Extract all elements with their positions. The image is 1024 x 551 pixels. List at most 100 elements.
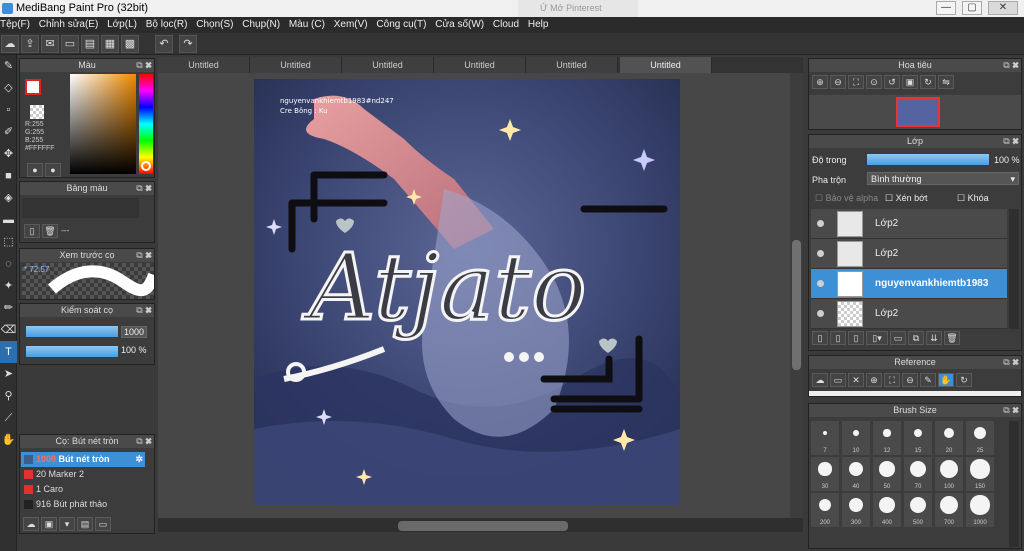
menu-edit[interactable]: Chỉnh sửa(E)	[39, 17, 105, 33]
artwork-canvas[interactable]: Atjato nguyenvankhiemtb1983#nd247 Cre Bô…	[254, 79, 680, 505]
fullscreen-icon[interactable]: ▣	[902, 75, 918, 89]
brush-size-cell[interactable]: 700	[935, 493, 963, 527]
visibility-eye-icon[interactable]	[817, 220, 824, 227]
pick-color-icon[interactable]: ●	[45, 163, 61, 177]
pen-tool-icon[interactable]: ✐	[0, 121, 17, 143]
brush-item-caro[interactable]: 1 Caro	[21, 482, 145, 497]
panels-icon[interactable]: ▩	[121, 35, 139, 53]
hue-handle[interactable]	[141, 161, 151, 171]
menu-filter[interactable]: Bộ lọc(R)	[146, 17, 194, 33]
brush-item-round-pen[interactable]: 1000 Bút nét tròn ✲	[21, 452, 145, 467]
new-layer-8bit-icon[interactable]: ▯	[830, 331, 846, 345]
brush-item-sketch[interactable]: 916 Bút phát thảo	[21, 497, 145, 512]
lock-option[interactable]: ☐ Khóa	[957, 193, 989, 204]
close-button[interactable]: ✕	[988, 1, 1018, 15]
operation-tool-icon[interactable]: ➤	[0, 363, 17, 385]
eraser-tool-icon[interactable]: ◇	[0, 77, 17, 99]
layer-list-scrollbar[interactable]	[1009, 209, 1019, 329]
zoom-in-icon[interactable]: ⊕	[866, 373, 882, 387]
undo-icon[interactable]: ↶	[155, 35, 173, 53]
panel-close-icon[interactable]: ⧉ ✖	[136, 304, 152, 317]
select-tool-icon[interactable]: ⬚	[0, 231, 17, 253]
brush-options-icon[interactable]: ▾	[59, 517, 75, 531]
tab-untitled-1[interactable]: Untitled	[158, 57, 250, 73]
brush-size-cell[interactable]: 40	[842, 457, 870, 491]
grid-icon[interactable]: ▦	[101, 35, 119, 53]
tab-untitled-2[interactable]: Untitled	[250, 57, 342, 73]
brush-file-icon[interactable]: ▤	[77, 517, 93, 531]
brush-item-marker[interactable]: 20 Marker 2	[21, 467, 145, 482]
clip-option[interactable]: ☐ Xén bớt	[885, 193, 928, 204]
magic-wand-icon[interactable]: ✦	[0, 275, 17, 297]
brush-size-scrollbar[interactable]	[1009, 421, 1019, 547]
layer-row[interactable]: Lớp2	[811, 209, 1007, 239]
brush-size-cell[interactable]: 150	[966, 457, 994, 491]
visibility-eye-icon[interactable]	[817, 280, 824, 287]
zoom-in-icon[interactable]: ⊕	[812, 75, 828, 89]
brush-size-cell[interactable]: 300	[842, 493, 870, 527]
palette-swatches[interactable]	[22, 198, 139, 218]
new-layer-1bit-icon[interactable]: ▯	[848, 331, 864, 345]
background-browser-tab[interactable]: Ứ Mở Pinterest	[518, 0, 638, 17]
dot-tool-icon[interactable]: ▫	[0, 99, 17, 121]
lasso-tool-icon[interactable]: ◌	[0, 253, 17, 275]
maximize-button[interactable]: ▢	[962, 1, 982, 15]
transparent-color-swatch[interactable]	[30, 105, 44, 119]
brush-folder-icon[interactable]: ▭	[95, 517, 111, 531]
reference-view[interactable]	[809, 391, 1021, 396]
brush-size-cell[interactable]: 15	[904, 421, 932, 455]
menu-color[interactable]: Màu (C)	[289, 17, 331, 33]
share-icon[interactable]: ⇪	[21, 35, 39, 53]
brush-size-cell[interactable]: 200	[811, 493, 839, 527]
flip-icon[interactable]: ⇋	[938, 75, 954, 89]
menu-layer[interactable]: Lớp(L)	[107, 17, 143, 33]
add-color-icon[interactable]: ●	[27, 163, 43, 177]
fill-tool-icon[interactable]: ◈	[0, 187, 17, 209]
move-tool-icon[interactable]: ✥	[0, 143, 17, 165]
layer-folder-icon[interactable]: ▭	[890, 331, 906, 345]
layer-row-selected[interactable]: nguyenvankhiemtb1983	[811, 269, 1007, 299]
new-layer-icon[interactable]: ▯	[812, 331, 828, 345]
tab-untitled-6-active[interactable]: Untitled	[620, 57, 712, 73]
panel-close-icon[interactable]: ⧉ ✖	[136, 182, 152, 195]
brush-size-field[interactable]: 1000	[121, 326, 147, 338]
menu-help[interactable]: Help	[528, 17, 555, 33]
text-tool-icon[interactable]: T	[0, 341, 17, 363]
cloud-save-icon[interactable]: ☁	[1, 35, 19, 53]
menu-tools[interactable]: Công cụ(T)	[376, 17, 432, 33]
visibility-eye-icon[interactable]	[817, 250, 824, 257]
gradient-tool-icon[interactable]: ▬	[0, 209, 17, 231]
fit-icon[interactable]: ⛶	[848, 75, 864, 89]
panel-close-icon[interactable]: ⧉ ✖	[1003, 59, 1019, 72]
chat-icon[interactable]: ▭	[61, 35, 79, 53]
tab-untitled-3[interactable]: Untitled	[342, 57, 434, 73]
zoom-icon[interactable]: ⊙	[866, 75, 882, 89]
new-palette-icon[interactable]: ▯	[24, 224, 40, 238]
reset-icon[interactable]: ↻	[956, 373, 972, 387]
hand-tool-icon[interactable]: ✋	[0, 429, 17, 451]
panel-close-icon[interactable]: ⧉ ✖	[1003, 135, 1019, 148]
delete-palette-icon[interactable]: 🗑	[42, 224, 58, 238]
foreground-color-swatch[interactable]	[25, 79, 41, 95]
brush-size-cell[interactable]: 25	[966, 421, 994, 455]
saturation-brightness-picker[interactable]	[70, 74, 136, 174]
menu-file[interactable]: Tệp(F)	[0, 17, 36, 33]
layer-row[interactable]: Lớp2	[811, 299, 1007, 329]
brush-size-cell[interactable]: 70	[904, 457, 932, 491]
cloud-reference-icon[interactable]: ☁	[812, 373, 828, 387]
rotate-left-icon[interactable]: ↺	[884, 75, 900, 89]
brush-size-cell[interactable]: 10	[842, 421, 870, 455]
brush-size-cell[interactable]: 7	[811, 421, 839, 455]
hand-icon[interactable]: ✋	[938, 373, 954, 387]
panel-close-icon[interactable]: ⧉ ✖	[1003, 356, 1019, 369]
duplicate-layer-icon[interactable]: ⧉	[908, 331, 924, 345]
brush-size-cell[interactable]: 100	[935, 457, 963, 491]
cloud-brush-icon[interactable]: ☁	[23, 517, 39, 531]
panel-close-icon[interactable]: ⧉ ✖	[1003, 404, 1019, 417]
brush-size-cell[interactable]: 12	[873, 421, 901, 455]
select-pen-icon[interactable]: ✏	[0, 297, 17, 319]
layer-opacity-track[interactable]	[867, 154, 989, 165]
tab-untitled-5[interactable]: Untitled	[526, 57, 618, 73]
brush-size-cell[interactable]: 20	[935, 421, 963, 455]
open-reference-icon[interactable]: ▭	[830, 373, 846, 387]
